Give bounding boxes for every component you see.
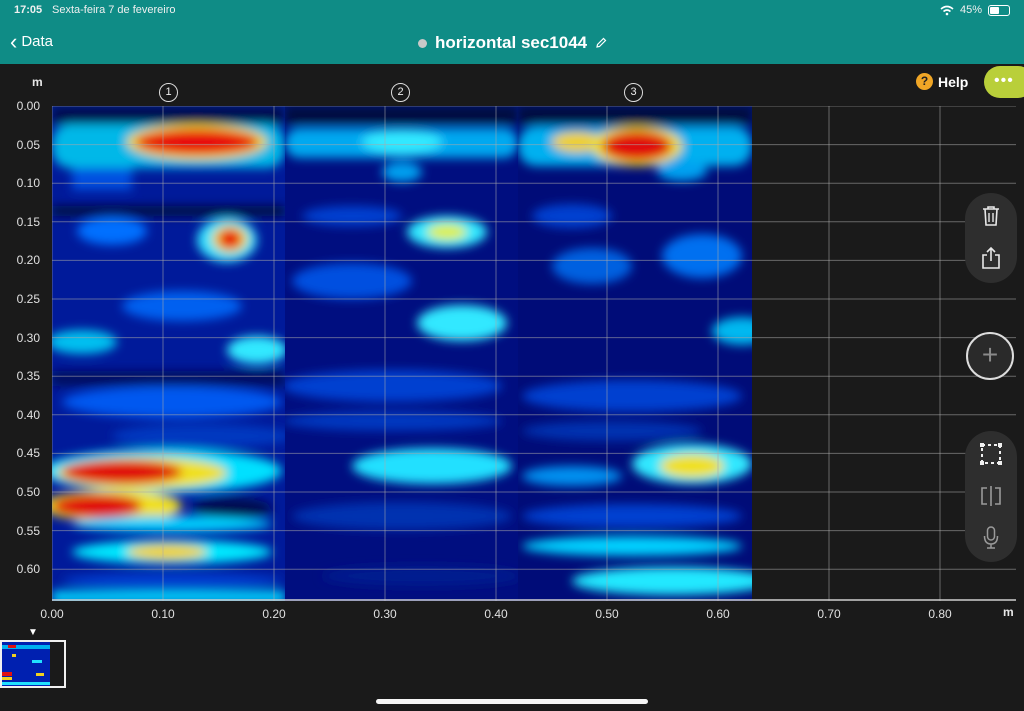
section-marker-3[interactable]: 3 [624,83,643,102]
wifi-icon [940,5,954,15]
home-indicator [376,699,648,704]
y-tick-label: 0.30 [16,330,40,345]
battery-icon [988,4,1010,16]
y-tick-label: 0.10 [16,176,40,191]
trash-icon [983,206,999,226]
y-tick-label: 0.60 [16,562,40,577]
header-bar: 17:05 Sexta-feira 7 de fevereiro 45% ‹ D… [0,0,1024,64]
selection-icon [980,443,1002,465]
y-axis-unit: m [32,75,43,89]
y-tick-label: 0.45 [16,446,40,461]
y-tick-label: 0.55 [16,523,40,538]
y-tick-label: 0.15 [16,214,40,229]
x-tick-label: 0.20 [262,607,286,621]
more-button[interactable]: ••• [984,66,1024,98]
x-tick-label: 0.50 [595,607,619,621]
back-label: Data [21,33,54,50]
scan-section-2 [285,106,518,601]
app-root: 17:05 Sexta-feira 7 de fevereiro 45% ‹ D… [0,0,1024,711]
x-tick-label: 0.80 [928,607,952,621]
back-button[interactable]: ‹ Data [10,28,54,54]
split-icon [981,486,1001,506]
x-tick-label: 0.70 [817,607,841,621]
select-tool-button[interactable] [965,437,1017,471]
microphone-icon [983,526,999,549]
y-tick-label: 0.20 [16,253,40,268]
status-date: Sexta-feira 7 de fevereiro [52,4,176,16]
status-right: 45% [940,4,1010,16]
thumbnail-preview [2,642,50,686]
y-tick-label: 0.40 [16,407,40,422]
x-tick-label: 0.30 [373,607,397,621]
section-marker-2[interactable]: 2 [391,83,410,102]
y-tick-label: 0.50 [16,485,40,499]
page-title[interactable]: horizontal sec1044 [418,33,607,53]
thumbnail-marker-icon: ▼ [28,627,38,638]
split-tool-button[interactable] [965,479,1017,513]
scan-section-1 [52,106,285,601]
file-actions-group [965,193,1017,283]
battery-percent: 45% [959,4,982,16]
x-tick-label: 0.00 [40,607,64,621]
scan-plot[interactable] [52,106,1016,601]
add-button[interactable]: + [966,332,1014,380]
chevron-left-icon: ‹ [10,28,18,54]
x-tick-label: 0.60 [706,607,730,621]
x-axis-unit: m [1003,605,1014,619]
help-label: Help [938,73,969,90]
y-tick-label: 0.00 [16,99,40,113]
mic-button[interactable] [965,521,1017,555]
scan-thumbnail[interactable] [0,640,66,688]
y-tick-label: 0.25 [16,292,40,306]
question-icon: ? [916,73,933,90]
y-tick-label: 0.05 [16,137,40,152]
edit-tools-group [965,431,1017,562]
y-tick-label: 0.35 [16,369,40,384]
section-marker-1[interactable]: 1 [159,83,178,102]
status-time: 17:05 [14,4,43,16]
scan-section-3 [518,106,752,601]
page-title-text: horizontal sec1044 [435,33,588,52]
status-dot-icon [418,38,427,48]
share-button[interactable] [965,241,1017,275]
x-tick-label: 0.40 [484,607,508,621]
plus-icon: + [981,339,999,370]
help-button[interactable]: ? Help [916,73,968,90]
delete-button[interactable] [965,199,1017,233]
pencil-icon[interactable] [595,37,607,49]
share-icon [982,246,1000,269]
x-tick-label: 0.10 [151,607,175,621]
